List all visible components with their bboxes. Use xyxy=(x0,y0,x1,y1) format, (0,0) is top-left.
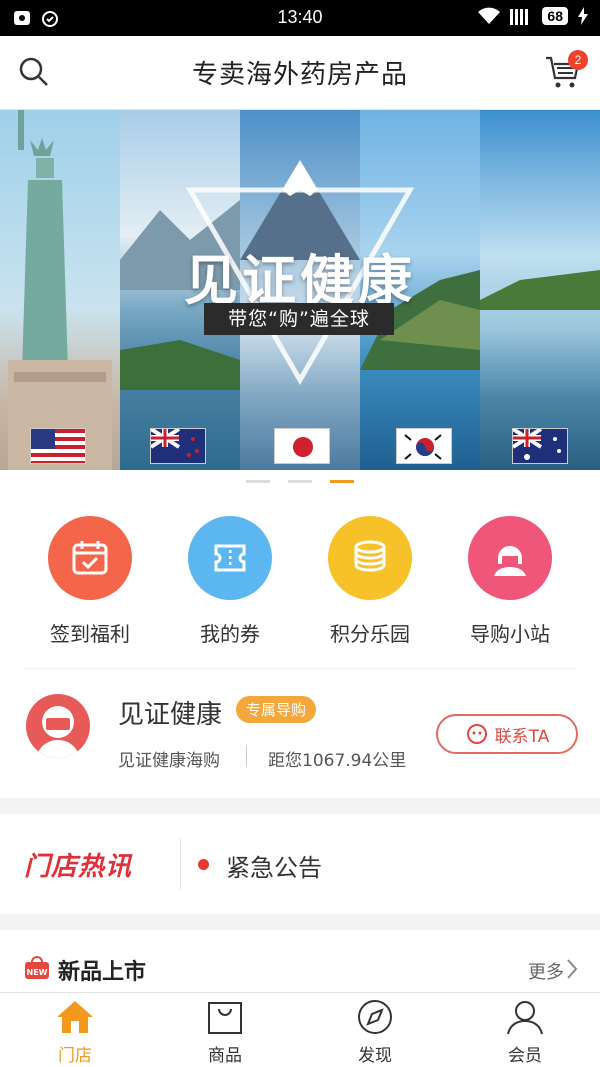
notice-dot-icon xyxy=(198,859,209,870)
quick-nav-points[interactable]: 积分乐园 xyxy=(300,516,440,647)
status-right-icons: 68 xyxy=(478,7,588,25)
tab-label: 门店 xyxy=(58,1046,92,1066)
guide-avatar-icon xyxy=(36,706,80,758)
contact-guide-label: 联系TA xyxy=(494,726,550,747)
tab-discover[interactable]: 发现 xyxy=(300,999,450,1066)
korea-flag-icon xyxy=(396,428,452,464)
quick-nav-coupons[interactable]: 我的券 xyxy=(160,516,300,647)
cart-button[interactable]: 2 xyxy=(544,50,588,94)
page-title: 专卖海外药房产品 xyxy=(191,60,408,90)
store-news-logo: 门店热讯 xyxy=(24,852,133,882)
divider xyxy=(246,746,247,766)
japan-flag-icon xyxy=(274,428,330,464)
charging-icon xyxy=(578,7,588,25)
divider xyxy=(24,668,576,669)
quick-nav-label: 我的券 xyxy=(200,622,260,646)
guide-tag-badge: 专属导购 xyxy=(236,696,317,723)
user-icon xyxy=(507,1001,543,1035)
new-arrivals-title: 新品上市 xyxy=(58,960,147,985)
new-arrivals-section: NEW 新品上市 更多 xyxy=(0,930,600,992)
bottom-tab-bar: 门店 商品 发现 会员 xyxy=(0,992,600,1067)
new-zealand-flag-icon xyxy=(150,428,206,464)
shopping-guide-card: 见证健康 专属导购 见证健康海购 距您1067.94公里 联系TA xyxy=(0,668,600,798)
store-news[interactable]: 门店热讯 紧急公告 xyxy=(0,814,600,914)
chevron-right-icon[interactable] xyxy=(566,958,578,980)
promo-banner[interactable]: 见证健康 带您“购”遍全球 xyxy=(0,110,600,470)
banner-subtitle: 带您“购”遍全球 xyxy=(204,303,394,335)
coin-stack-icon xyxy=(328,516,412,600)
tab-label: 发现 xyxy=(358,1046,392,1066)
battery-indicator: 68 xyxy=(542,7,568,25)
banner-dot[interactable] xyxy=(288,480,312,483)
guide-name: 见证健康 xyxy=(118,700,223,730)
quick-nav: 签到福利 我的券 积分乐园 导购小站 xyxy=(0,500,600,668)
quick-nav-checkin[interactable]: 签到福利 xyxy=(20,516,160,647)
tab-label: 会员 xyxy=(508,1046,542,1066)
banner-pagination xyxy=(0,470,600,500)
contact-guide-button[interactable]: 联系TA xyxy=(436,714,578,754)
usa-flag-icon xyxy=(30,428,86,464)
more-link[interactable]: 更多 xyxy=(528,958,564,984)
quick-nav-label: 积分乐园 xyxy=(330,622,410,646)
tab-label: 商品 xyxy=(208,1046,242,1066)
guide-store-name: 见证健康海购 xyxy=(118,751,220,771)
cart-count-badge: 2 xyxy=(568,50,588,70)
tab-member[interactable]: 会员 xyxy=(450,999,600,1066)
wifi-icon xyxy=(478,7,501,24)
tab-products[interactable]: 商品 xyxy=(150,999,300,1066)
new-badge-icon: NEW xyxy=(25,956,49,979)
ticket-icon xyxy=(188,516,272,600)
compass-icon xyxy=(358,1000,392,1034)
avatar xyxy=(26,694,90,758)
quick-nav-label: 签到福利 xyxy=(50,622,130,646)
banner-dot-active[interactable] xyxy=(330,480,354,483)
home-icon xyxy=(57,1001,93,1033)
chat-face-icon xyxy=(466,724,487,744)
status-bar: 13:40 68 xyxy=(0,0,600,36)
divider xyxy=(180,838,181,890)
banner-dot[interactable] xyxy=(246,480,270,483)
shopping-bag-icon xyxy=(208,1002,242,1034)
quick-nav-guide[interactable]: 导购小站 xyxy=(440,516,580,647)
svg-text:NEW: NEW xyxy=(27,968,48,977)
quick-nav-label: 导购小站 xyxy=(470,622,550,646)
notice-text[interactable]: 紧急公告 xyxy=(226,848,322,883)
australia-flag-icon xyxy=(512,428,568,464)
app-header: 专卖海外药房产品 2 xyxy=(0,36,600,110)
calendar-check-icon xyxy=(48,516,132,600)
guide-distance: 距您1067.94公里 xyxy=(268,751,407,771)
tab-store[interactable]: 门店 xyxy=(0,999,150,1066)
guide-person-icon xyxy=(468,516,552,600)
signal-icon xyxy=(510,9,529,25)
